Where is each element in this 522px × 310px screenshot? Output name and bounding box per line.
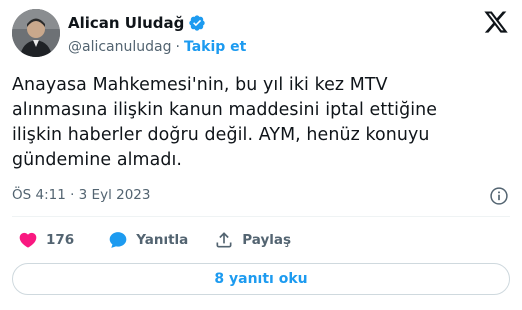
author-handle-row: @alicanuludag · Takip et: [68, 37, 246, 57]
handle-separator: ·: [175, 39, 180, 55]
tweet-text-line: Anayasa Mahkemesi'nin, bu yıl iki kez MT…: [12, 75, 388, 95]
follow-button[interactable]: Takip et: [184, 39, 246, 55]
reply-bubble-icon: [108, 230, 128, 250]
tweet-actions: 176 Yanıtla Paylaş: [12, 228, 291, 252]
reply-button[interactable]: Yanıtla: [108, 228, 188, 252]
read-replies-label: 8 yanıtı oku: [214, 271, 308, 287]
tweet-text-line: ilişkin haberler doğru değil. AYM, henüz…: [12, 125, 430, 145]
tweet-text-line: gündemine almadı.: [12, 150, 183, 170]
share-icon: [214, 230, 234, 250]
x-logo-icon[interactable]: [482, 9, 510, 35]
divider: [12, 216, 510, 217]
share-button[interactable]: Paylaş: [214, 228, 291, 252]
heart-icon: [18, 230, 38, 250]
verified-badge-icon: [188, 14, 206, 32]
reply-label: Yanıtla: [136, 232, 189, 248]
share-label: Paylaş: [242, 232, 292, 248]
read-replies-button[interactable]: 8 yanıtı oku: [12, 263, 510, 295]
author-name-row: Alican Uludağ: [68, 13, 206, 33]
avatar-image: [12, 9, 60, 57]
tweet-text: Anayasa Mahkemesi'nin, bu yıl iki kez MT…: [12, 73, 512, 173]
tweet-timestamp[interactable]: ÖS 4:11 · 3 Eyl 2023: [12, 187, 150, 203]
tweet-text-line: alınmasına ilişkin kanun maddesini iptal…: [12, 100, 438, 120]
author-handle[interactable]: @alicanuludag: [68, 39, 172, 55]
avatar[interactable]: [12, 9, 60, 57]
info-icon[interactable]: [489, 186, 509, 206]
like-count: 176: [46, 232, 75, 248]
author-display-name[interactable]: Alican Uludağ: [68, 14, 184, 32]
like-button[interactable]: 176: [18, 228, 74, 252]
